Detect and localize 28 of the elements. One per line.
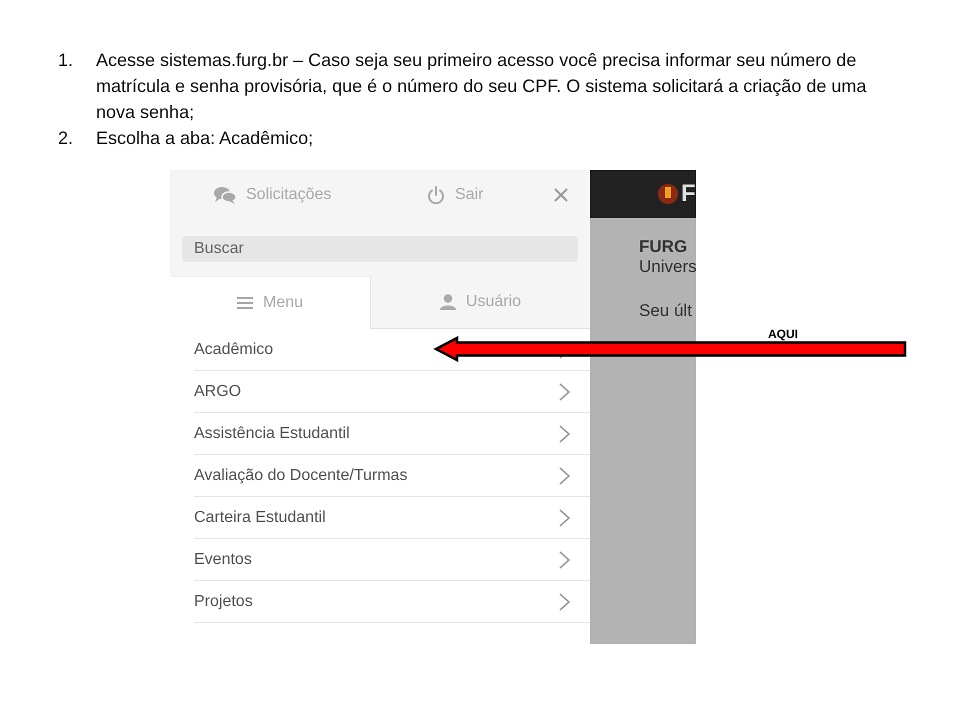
- logo-icon: [658, 184, 678, 204]
- chevron-icon: [559, 508, 570, 526]
- list-number: 1.: [58, 49, 74, 72]
- menu-item[interactable]: Eventos: [194, 539, 590, 581]
- close-icon[interactable]: [552, 186, 570, 204]
- page-text: Seu últ: [639, 301, 693, 321]
- menu-item[interactable]: ARGO: [194, 371, 590, 413]
- user-icon: [440, 294, 456, 310]
- callout-label: AQUI: [768, 327, 798, 341]
- chevron-icon: [559, 592, 570, 610]
- chat-icon: [214, 186, 236, 204]
- chevron-icon: [559, 466, 570, 484]
- instruction-text: Acesse sistemas.furg.br – Caso seja seu primeiro acesso você precisa informar seu número de matrícula e senha provisória, que é o número do seu CPF. O sistema solicitará a criação de uma nova senha;: [96, 49, 868, 124]
- menu-item[interactable]: Assistência Estudantil: [194, 413, 590, 455]
- list-number: 2.: [58, 127, 74, 150]
- menu-item[interactable]: Projetos: [194, 581, 590, 623]
- chevron-icon: [559, 550, 570, 568]
- menu-item[interactable]: Avaliação do Docente/Turmas: [194, 455, 590, 497]
- logo-text: F: [681, 180, 696, 208]
- chevron-icon: [559, 382, 570, 400]
- page-subtitle: Univers: [639, 257, 696, 277]
- chevron-icon: [559, 424, 570, 442]
- menu-item[interactable]: Carteira Estudantil: [194, 497, 590, 539]
- menu-icon: [236, 296, 253, 310]
- instruction-text: Escolha a aba: Acadêmico;: [96, 127, 314, 150]
- page-title: FURG: [639, 237, 688, 257]
- power-icon: [427, 186, 445, 204]
- search-field[interactable]: Buscar: [182, 236, 578, 262]
